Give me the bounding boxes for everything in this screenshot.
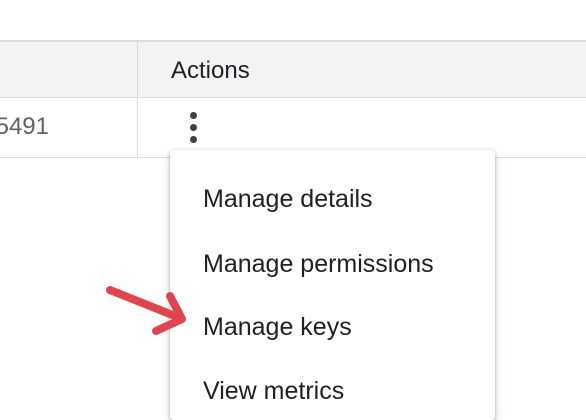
table-row: 5491 [0, 98, 586, 158]
annotation-arrow-icon [106, 286, 186, 335]
menu-item-view-metrics[interactable]: View metrics [170, 363, 495, 419]
more-vert-icon[interactable] [180, 110, 208, 146]
menu-item-manage-keys[interactable]: Manage keys [170, 299, 495, 355]
actions-column-header: Actions [171, 57, 250, 84]
table-cell-id: 5491 [0, 98, 138, 157]
table-header-row: Actions [0, 40, 586, 98]
table-header-cell [0, 42, 138, 97]
menu-item-manage-details[interactable]: Manage details [170, 171, 495, 227]
row-id-value: 5491 [0, 113, 49, 140]
menu-item-manage-permissions[interactable]: Manage permissions [170, 236, 495, 292]
actions-menu: Manage details Manage permissions Manage… [170, 150, 495, 420]
